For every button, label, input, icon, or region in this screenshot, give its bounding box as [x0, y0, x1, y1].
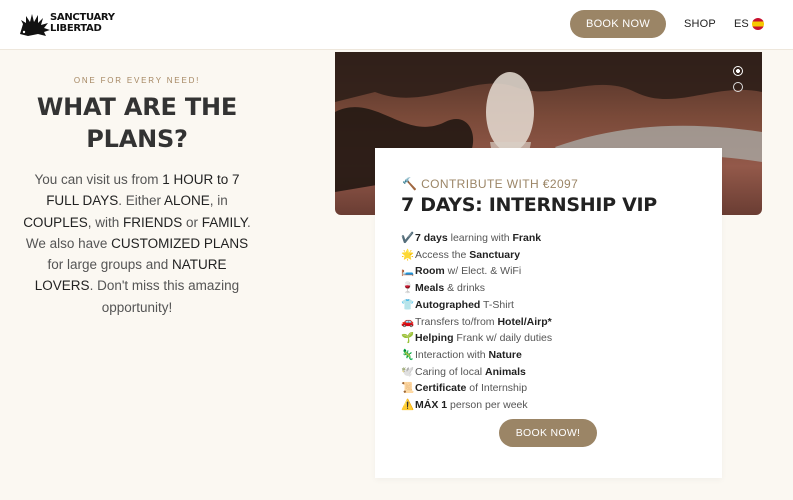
carousel-indicators	[733, 66, 743, 98]
feature-icon: 🦎	[401, 348, 415, 361]
feature-highlight: Animals	[485, 365, 526, 378]
feature-text: person per week	[447, 399, 528, 412]
feature-highlight: MÁX 1	[415, 399, 448, 412]
section-title: WHAT ARE THE PLANS?	[36, 93, 238, 153]
feature-text: Transfers to/from	[415, 315, 498, 328]
description-highlight: CUSTOMIZED PLANS	[111, 235, 249, 251]
feature-highlight: Room	[415, 265, 445, 278]
description-highlight: FAMILY	[201, 214, 248, 230]
feature-icon: 🌟	[401, 248, 415, 261]
feature-highlight: Meals	[415, 282, 445, 295]
plan-feature-item: 🌟Access the Sanctuary	[401, 247, 552, 264]
plan-feature-list: ✔️7 days learning with Frank 🌟Access the …	[401, 230, 552, 414]
plan-feature-item: ✔️7 days learning with Frank	[401, 230, 552, 247]
logo-line-1: SANCTUARY	[50, 12, 115, 23]
description-highlight: COUPLES	[23, 214, 88, 230]
description-text: for large groups and	[47, 257, 173, 273]
section-description: You can visit us from 1 HOUR to 7 FULL D…	[22, 169, 252, 318]
plan-feature-item: ⚠️MÁX 1 person per week	[401, 397, 552, 414]
feature-text: learning with	[447, 232, 513, 244]
feature-highlight: 7 days	[415, 232, 448, 244]
site-logo[interactable]: SANCTUARY LIBERTAD	[18, 10, 115, 40]
feature-icon: 🌱	[401, 332, 415, 345]
feature-highlight: Frank	[512, 232, 542, 244]
description-text: or	[182, 214, 202, 230]
feature-highlight: Sanctuary	[469, 248, 521, 261]
language-label: ES	[734, 18, 749, 30]
shop-link[interactable]: SHOP	[684, 18, 716, 30]
plan-title: 7 DAYS: INTERNSHIP VIP	[401, 194, 657, 216]
section-eyebrow: ONE FOR EVERY NEED!	[73, 76, 201, 85]
carousel-dot-1[interactable]	[733, 66, 743, 76]
description-text: . Don't miss this amazing opportunity!	[89, 278, 240, 315]
hammer-icon: 🔨	[402, 177, 418, 191]
feature-text: Interaction with	[415, 348, 489, 361]
spain-flag-icon	[751, 18, 764, 30]
plan-feature-item: 🦎Interaction with Nature	[401, 347, 552, 364]
plan-price-label: CONTRIBUTE WITH €2097	[421, 177, 579, 191]
description-text: . Either	[118, 193, 164, 209]
feature-text: Caring of local	[415, 365, 486, 378]
logo-wordmark: SANCTUARY LIBERTAD	[50, 12, 115, 34]
feature-icon: 👕	[401, 298, 415, 311]
feature-text: of Internship	[466, 382, 528, 395]
feature-text: w/ Elect. & WiFi	[444, 265, 522, 278]
feature-text: & drinks	[444, 282, 486, 295]
plan-feature-item: 📜Certificate of Internship	[401, 380, 552, 397]
plan-feature-item: 🚗Transfers to/from Hotel/Airp*	[401, 314, 552, 331]
language-switcher[interactable]: ES	[734, 18, 764, 30]
description-highlight: ALONE	[164, 193, 210, 209]
plan-price: 🔨 CONTRIBUTE WITH €2097	[402, 177, 578, 191]
feature-icon: ✔️	[401, 232, 415, 244]
plan-feature-item: 👕Autographed T-Shirt	[401, 297, 552, 314]
plan-card: 🔨 CONTRIBUTE WITH €2097 7 DAYS: INTERNSH…	[375, 148, 722, 478]
feature-text: Access the	[415, 248, 470, 261]
feature-highlight: Nature	[488, 348, 522, 361]
plan-feature-item: 🌱Helping Frank w/ daily duties	[401, 330, 552, 347]
plans-intro: ONE FOR EVERY NEED! WHAT ARE THE PLANS? …	[22, 76, 252, 318]
feature-icon: ⚠️	[401, 399, 415, 412]
porcupine-logo-icon	[20, 14, 50, 36]
feature-highlight: Autographed	[415, 298, 481, 311]
feature-highlight: Hotel/Airp*	[497, 315, 552, 328]
plan-feature-item: 🛏️Room w/ Elect. & WiFi	[401, 263, 552, 280]
logo-line-2: LIBERTAD	[50, 23, 102, 34]
feature-icon: 🚗	[401, 315, 415, 328]
feature-highlight: Helping	[415, 332, 454, 345]
feature-text: Frank w/ daily duties	[453, 332, 553, 345]
carousel-dot-2[interactable]	[733, 82, 743, 92]
plan-feature-item: 🕊️Caring of local Animals	[401, 364, 552, 381]
feature-text: T-Shirt	[480, 298, 514, 311]
book-now-button[interactable]: BOOK NOW	[570, 10, 666, 38]
feature-icon: 🍷	[401, 282, 415, 295]
description-text: , in	[209, 193, 228, 209]
feature-icon: 🛏️	[401, 265, 415, 278]
feature-icon: 🕊️	[401, 365, 415, 378]
description-text: You can visit us from	[34, 172, 163, 187]
feature-highlight: Certificate	[415, 382, 467, 395]
description-text: , with	[87, 214, 123, 230]
plan-book-now-button[interactable]: BOOK NOW!	[499, 419, 597, 447]
description-highlight: FRIENDS	[122, 214, 183, 230]
feature-icon: 📜	[401, 382, 415, 395]
site-header: SANCTUARY LIBERTAD BOOK NOW SHOP ES	[0, 0, 793, 50]
plan-feature-item: 🍷Meals & drinks	[401, 280, 552, 297]
